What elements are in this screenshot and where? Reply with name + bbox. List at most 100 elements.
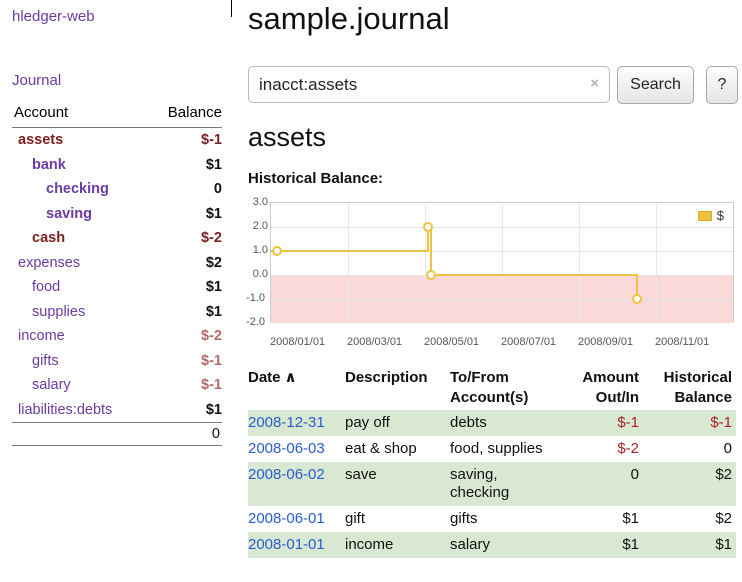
- sidebar-account-assets[interactable]: assets: [12, 132, 63, 148]
- y-tick-label: 3.0: [248, 195, 268, 209]
- divider: [231, 0, 232, 17]
- x-tick-label: 2008/07/01: [501, 336, 556, 348]
- accounts-header-line1: To/From: [450, 368, 576, 388]
- account-balance: $1: [206, 279, 222, 295]
- sidebar-account-liabilities-debts[interactable]: liabilities:debts: [12, 402, 112, 418]
- account-row: income $-2: [12, 324, 222, 349]
- transaction-balance: $2: [641, 466, 734, 484]
- page-title: sample.journal: [248, 2, 450, 36]
- account-row: assets $-1: [12, 128, 222, 153]
- sidebar-account-gifts[interactable]: gifts: [12, 353, 59, 369]
- historical-balance-chart: 3.0 2.0 1.0 0.0 -1.0 -2.0: [248, 194, 742, 358]
- account-balance: $1: [206, 206, 222, 222]
- chart-title: Historical Balance:: [248, 170, 383, 187]
- account-balance: $1: [206, 402, 222, 418]
- balance-column-header: Historical Balance: [641, 368, 734, 408]
- sidebar-account-supplies[interactable]: supplies: [12, 304, 85, 320]
- transaction-amount: $1: [576, 536, 641, 554]
- sidebar-item-journal[interactable]: Journal: [12, 72, 61, 89]
- sort-ascending-icon: ∧: [285, 369, 297, 386]
- register-table: Date∧ Description To/From Account(s) Amo…: [248, 366, 736, 558]
- register-row: 2008-01-01 income salary $1 $1: [248, 532, 736, 558]
- account-row: checking 0: [12, 177, 222, 202]
- x-tick-label: 2008/09/01: [578, 336, 633, 348]
- transaction-balance: $-1: [641, 414, 734, 432]
- legend-swatch-icon: [698, 211, 712, 221]
- balance-header-line2: Balance: [641, 388, 732, 408]
- transaction-date-link[interactable]: 2008-06-02: [248, 466, 325, 483]
- account-balance: $-2: [201, 230, 222, 246]
- accounts-column-header: To/From Account(s): [450, 368, 576, 408]
- account-row: cash $-2: [12, 226, 222, 251]
- transaction-description: income: [345, 536, 450, 554]
- transaction-date-link[interactable]: 2008-06-03: [248, 440, 325, 457]
- account-balance: $-1: [201, 132, 222, 148]
- account-row: supplies $1: [12, 300, 222, 325]
- app-title-link[interactable]: hledger-web: [12, 8, 95, 25]
- amount-column-header: Amount Out/In: [576, 368, 641, 408]
- accounts-table-header: Account Balance: [12, 102, 222, 128]
- sidebar-account-income[interactable]: income: [12, 328, 65, 344]
- transaction-accounts: saving, checking: [450, 466, 576, 502]
- account-balance: $-2: [201, 328, 222, 344]
- transaction-amount: $1: [576, 510, 641, 528]
- account-row: salary $-1: [12, 373, 222, 398]
- account-column-header: Account: [14, 104, 68, 121]
- transaction-date-link[interactable]: 2008-06-01: [248, 510, 325, 527]
- search-button[interactable]: Search: [617, 66, 694, 104]
- accounts-header-line2: Account(s): [450, 388, 576, 408]
- transaction-description: gift: [345, 510, 450, 528]
- x-tick-label: 2008/03/01: [347, 336, 402, 348]
- balance-column-header: Balance: [168, 104, 222, 121]
- register-row: 2008-12-31 pay off debts $-1 $-1: [248, 410, 736, 436]
- search-field-wrap: ×: [248, 66, 610, 103]
- sidebar-account-expenses[interactable]: expenses: [12, 255, 80, 271]
- account-balance: $1: [206, 304, 222, 320]
- register-row: 2008-06-03 eat & shop food, supplies $-2…: [248, 436, 736, 462]
- register-row: 2008-06-01 gift gifts $1 $2: [248, 506, 736, 532]
- y-tick-label: -2.0: [245, 315, 265, 329]
- account-heading: assets: [248, 122, 326, 153]
- transaction-description: eat & shop: [345, 440, 450, 458]
- transaction-amount: 0: [576, 466, 641, 484]
- account-balance: $-1: [201, 353, 222, 369]
- transaction-accounts: gifts: [450, 510, 576, 528]
- legend-label: $: [717, 208, 724, 223]
- register-row: 2008-06-02 save saving, checking 0 $2: [248, 462, 736, 506]
- account-row: food $1: [12, 275, 222, 300]
- hledger-web-window: hledger-web Journal Account Balance asse…: [0, 0, 742, 582]
- sidebar-account-saving[interactable]: saving: [12, 206, 92, 222]
- account-row: liabilities:debts $1: [12, 398, 222, 423]
- sidebar-account-checking[interactable]: checking: [12, 181, 109, 197]
- transaction-date-link[interactable]: 2008-01-01: [248, 536, 325, 553]
- account-row: expenses $2: [12, 251, 222, 276]
- sidebar-account-bank[interactable]: bank: [12, 157, 66, 173]
- sidebar-account-cash[interactable]: cash: [12, 230, 65, 246]
- y-tick-label: 0.0: [248, 267, 268, 281]
- search-input[interactable]: [248, 66, 610, 103]
- transaction-amount: $-1: [576, 414, 641, 432]
- x-tick-label: 2008/01/01: [270, 336, 325, 348]
- balance-header-line1: Historical: [641, 368, 732, 388]
- help-button[interactable]: ?: [706, 66, 738, 104]
- date-column-header[interactable]: Date∧: [248, 368, 345, 388]
- transaction-date-link[interactable]: 2008-12-31: [248, 414, 325, 431]
- register-header-row: Date∧ Description To/From Account(s) Amo…: [248, 366, 736, 410]
- account-row: gifts $-1: [12, 349, 222, 374]
- x-tick-label: 2008/05/01: [424, 336, 479, 348]
- sidebar-account-food[interactable]: food: [12, 279, 60, 295]
- date-header-label: Date: [248, 369, 281, 386]
- transaction-amount: $-2: [576, 440, 641, 458]
- y-tick-label: 1.0: [248, 243, 268, 257]
- y-tick-label: 2.0: [248, 219, 268, 233]
- clear-search-icon[interactable]: ×: [590, 75, 599, 92]
- account-row: bank $1: [12, 153, 222, 178]
- transaction-description: pay off: [345, 414, 450, 432]
- account-balance: 0: [214, 181, 222, 197]
- search-bar: × Search ?: [248, 66, 742, 104]
- sidebar-account-salary[interactable]: salary: [12, 377, 71, 393]
- chart-plot-area: $: [270, 202, 734, 322]
- transaction-balance: $1: [641, 536, 734, 554]
- y-tick-label: -1.0: [245, 291, 265, 305]
- transaction-balance: 0: [641, 440, 734, 458]
